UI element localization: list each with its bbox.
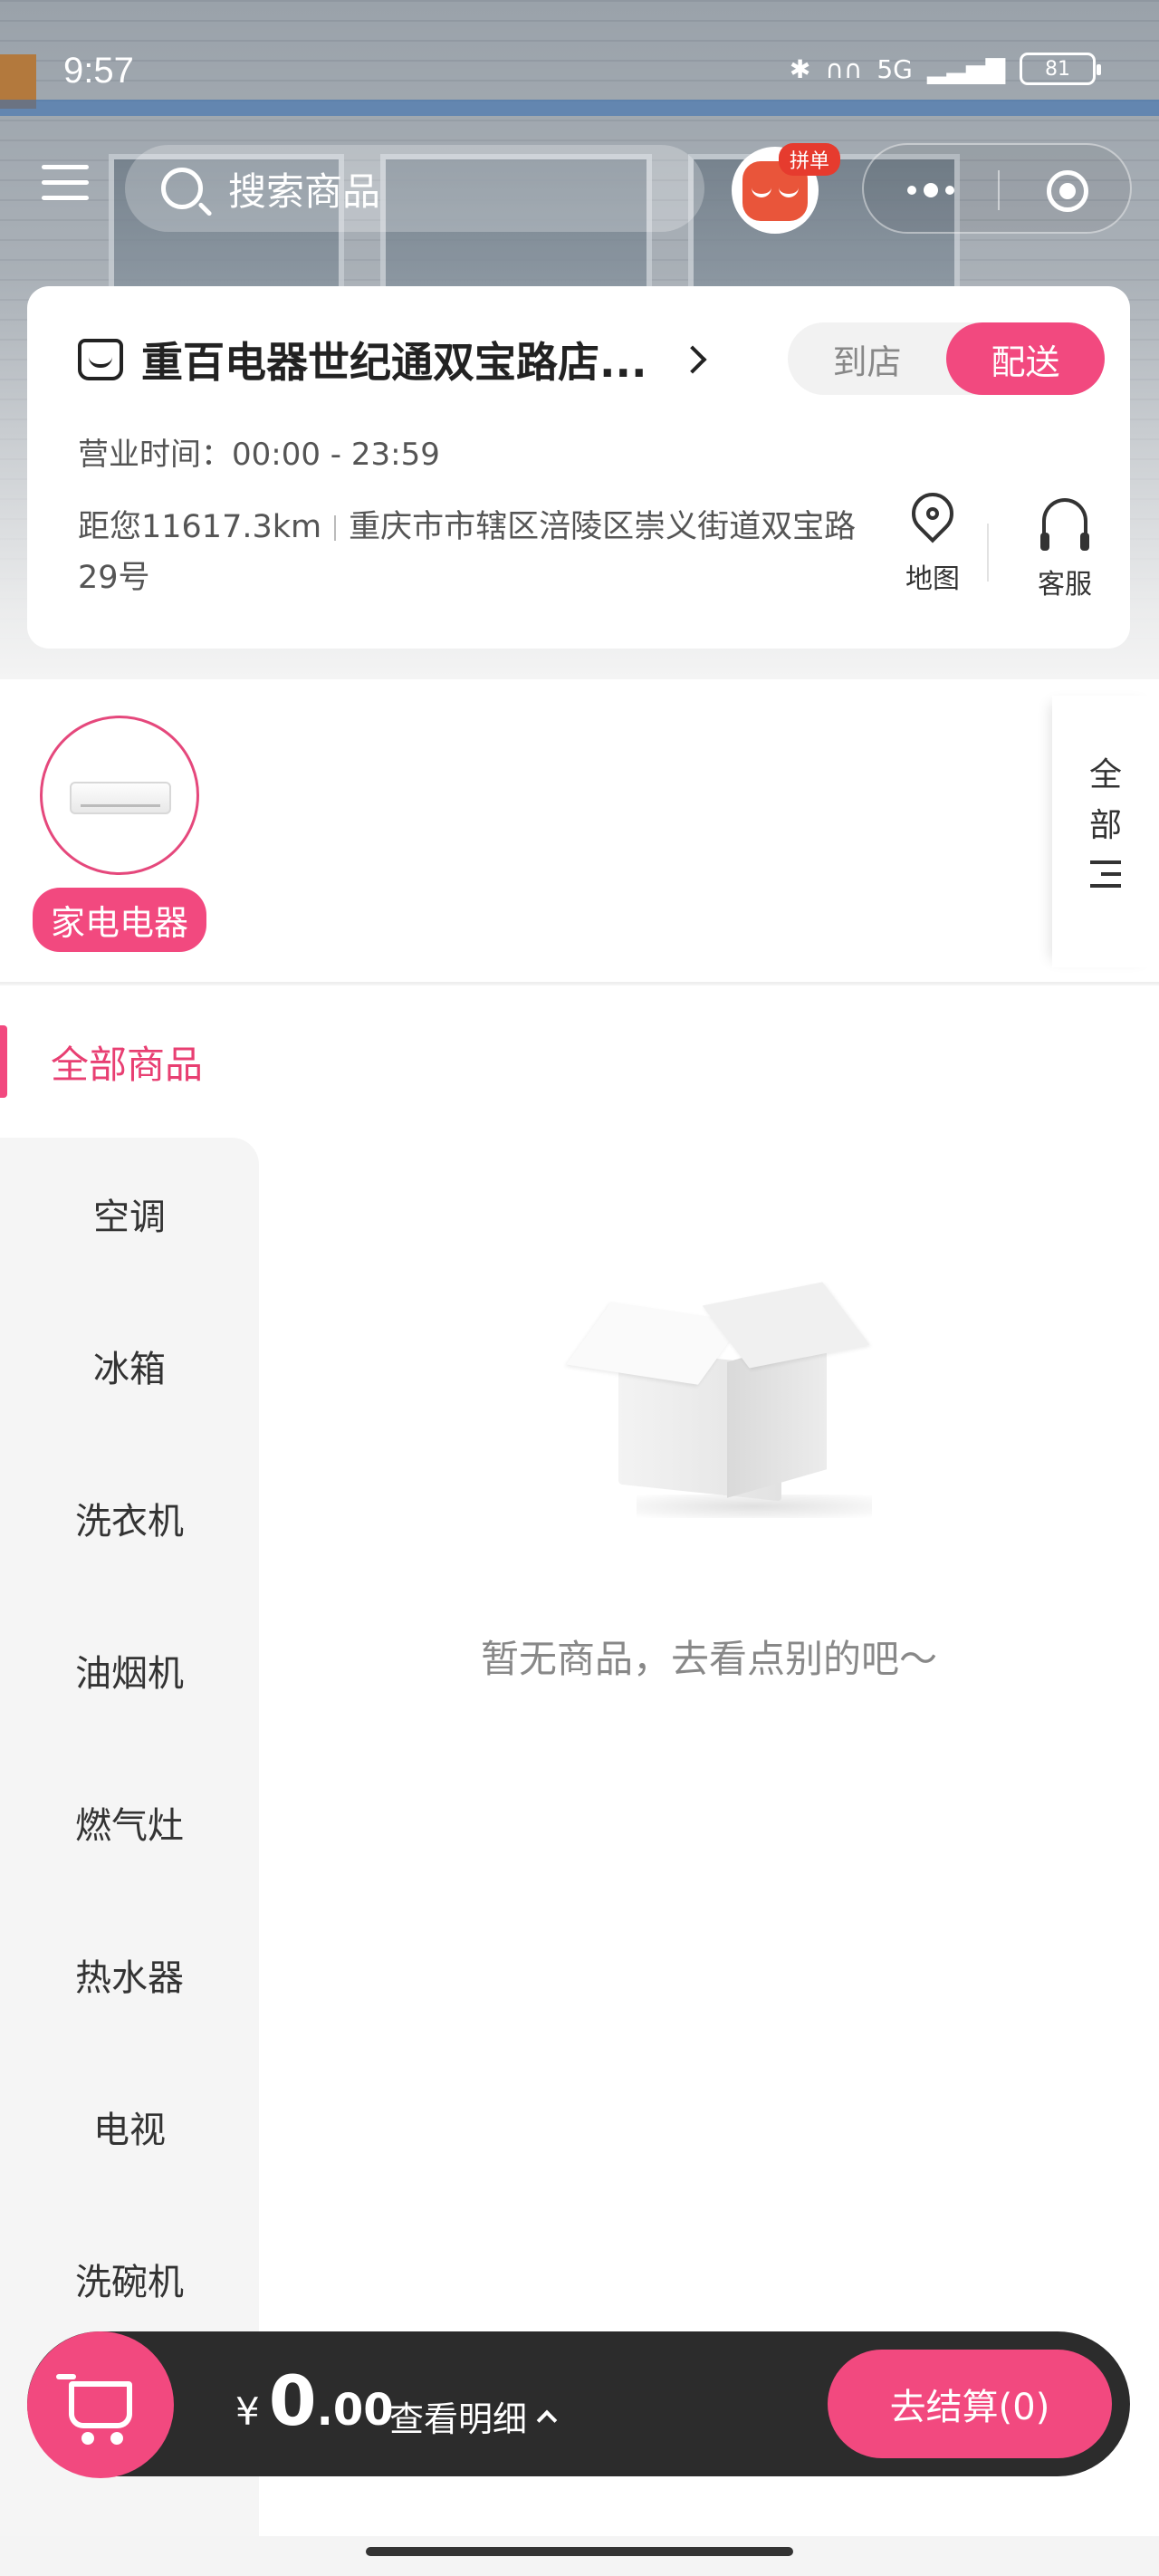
home-indicator[interactable] [366,2547,793,2556]
cart-button[interactable] [27,2331,174,2478]
divider [987,524,989,582]
status-icons: ✱ ∩∩ 5G ▂▃▅▇ 81 [789,53,1101,85]
store-name: 重百电器世纪通双宝路店... [141,338,647,387]
divider [334,515,337,541]
product-area: 全部商品 空调 冰箱 洗衣机 油烟机 燃气灶 热水器 电视 洗碗机 暂无商品，去… [0,985,1159,2536]
search-placeholder: 搜索商品 [228,168,381,214]
group-order-badge: 拼单 [779,143,841,176]
capsule-divider [998,170,1000,210]
active-indicator [0,1025,7,1098]
sidebar-item-air-conditioner[interactable]: 空调 [0,1138,259,1290]
total-decimal: .00 [316,2385,394,2436]
checkout-button[interactable]: 去结算(0) [828,2350,1112,2458]
store-address-block: 距您11617.3km 重庆市市辖区涪陵区崇义街道双宝路29号 [78,502,857,603]
store-distance: 距您11617.3km [78,509,322,545]
category-strip: 家电电器 全 部 [0,679,1159,984]
currency-symbol: ¥ [235,2389,260,2434]
sidebar-item-washer[interactable]: 洗衣机 [0,1442,259,1594]
air-conditioner-image [70,782,171,814]
category-sidebar: 空调 冰箱 洗衣机 油烟机 燃气灶 热水器 电视 洗碗机 [0,1138,259,2536]
customer-service-button[interactable]: 客服 [1020,493,1110,601]
view-details-label: 查看明细 [389,2399,528,2439]
store-icon [78,339,123,380]
sidebar-item-fridge[interactable]: 冰箱 [0,1290,259,1442]
signal-icon: ▂▃▅▇ [926,53,1005,84]
more-icon[interactable] [902,172,960,208]
network-label: 5G [876,53,913,84]
all-products-tab[interactable]: 全部商品 [0,1025,203,1098]
headset-icon [1040,498,1089,551]
mode-pickup-button[interactable]: 到店 [788,322,946,395]
search-bar[interactable]: 搜索商品 [125,145,704,232]
sidebar-item-range-hood[interactable]: 油烟机 [0,1594,259,1746]
map-pin-icon [903,484,963,543]
total-integer: 0 [268,2360,317,2441]
status-time: 9:57 [63,51,134,91]
close-target-icon[interactable] [1047,170,1088,212]
mini-program-capsule [862,143,1132,234]
bluetooth-icon: ✱ [789,53,811,84]
empty-state: 暂无商品，去看点别的吧～ [259,1257,1159,1684]
all-toggle-char: 部 [1088,807,1122,844]
business-hours: 营业时间：00:00 - 23:59 [78,437,440,473]
map-label: 地图 [905,563,960,595]
view-details-link[interactable]: 查看明细 [389,2391,558,2441]
map-button[interactable]: 地图 [887,484,978,596]
shopping-cart-icon [56,2374,132,2445]
search-icon [161,168,203,209]
sidebar-item-water-heater[interactable]: 热水器 [0,1898,259,2051]
status-bar: 9:57 ✱ ∩∩ 5G ▂▃▅▇ 81 [0,0,1159,145]
all-toggle-char: 全 [1088,756,1122,793]
battery-level: 81 [1045,57,1070,81]
list-indent-icon [1090,860,1121,888]
category-thumbnail [40,716,199,875]
empty-state-text: 暂无商品，去看点别的吧～ [480,1637,937,1681]
sidebar-item-tv[interactable]: 电视 [0,2051,259,2203]
store-card: 重百电器世纪通双宝路店... 到店 配送 营业时间：00:00 - 23:59 … [27,286,1130,649]
store-title-row[interactable]: 重百电器世纪通双宝路店... [78,330,707,389]
battery-icon: 81 [1020,53,1101,85]
all-categories-toggle[interactable]: 全 部 [1052,696,1159,967]
category-item-appliances[interactable]: 家电电器 [27,716,212,952]
cart-total: ¥ 0 .00 [235,2360,394,2441]
delivery-mode-toggle: 到店 配送 [788,322,1105,395]
service-label: 客服 [1038,569,1092,601]
chevron-up-icon [536,2409,558,2430]
mode-delivery-button[interactable]: 配送 [946,322,1105,395]
category-label: 家电电器 [32,888,206,952]
menu-icon[interactable] [42,165,89,208]
chevron-right-icon [678,345,707,374]
empty-box-illustration [519,1257,899,1529]
earbuds-icon: ∩∩ [825,53,863,84]
sidebar-item-gas-stove[interactable]: 燃气灶 [0,1746,259,1898]
all-products-label: 全部商品 [51,1042,204,1087]
